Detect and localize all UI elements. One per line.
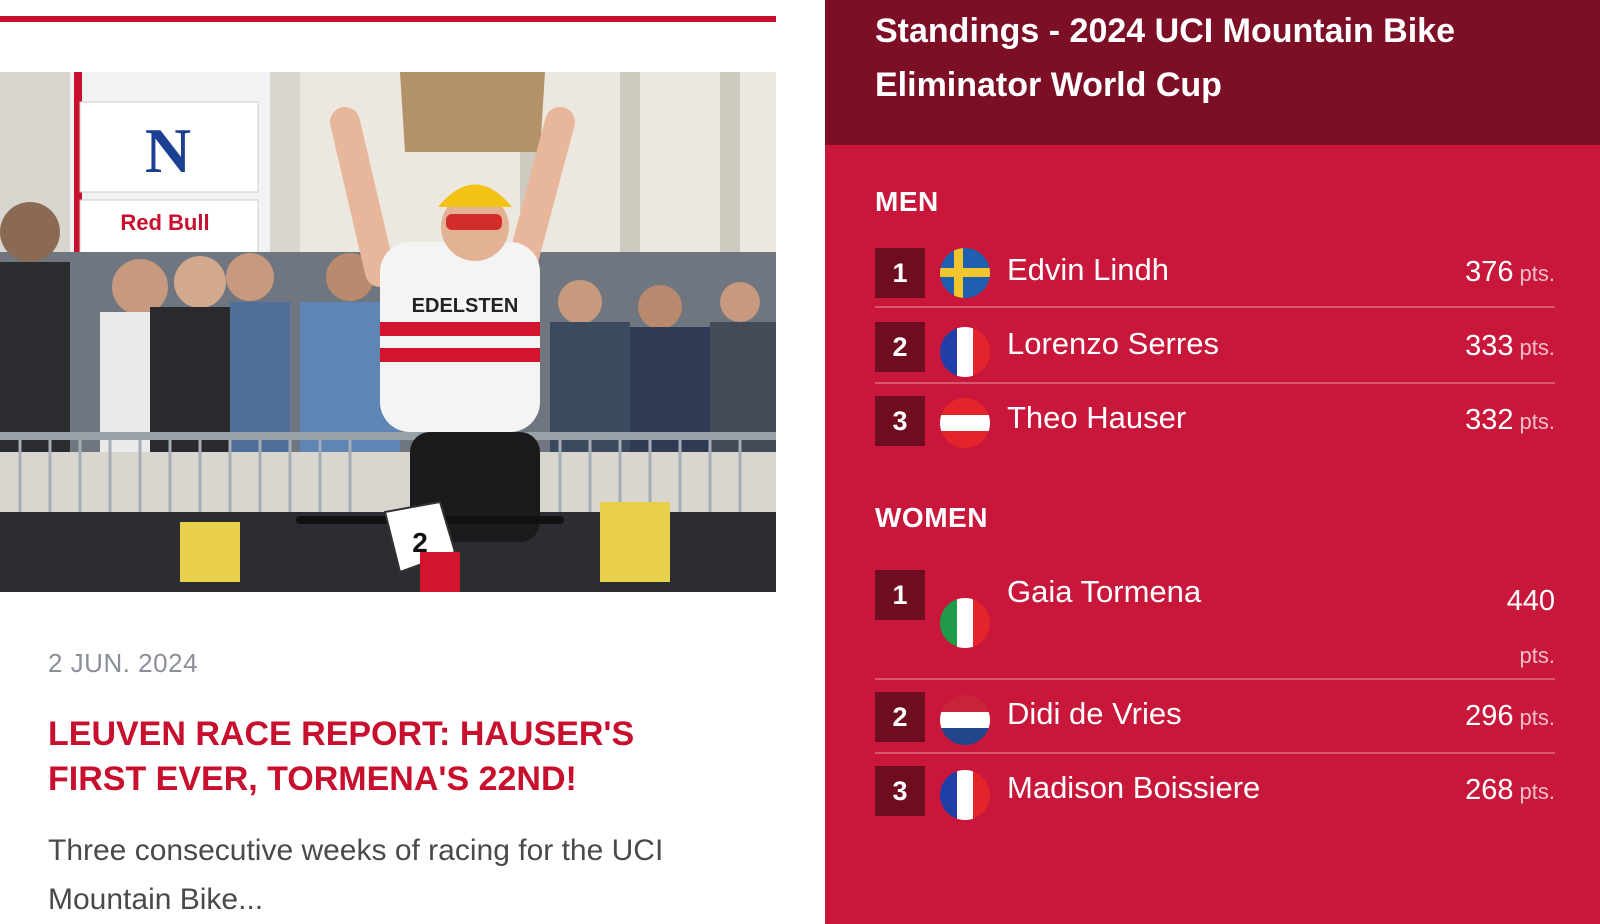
france-flag-icon — [940, 327, 990, 377]
row-divider — [875, 752, 1555, 754]
standings-header: Standings - 2024 UCI Mountain Bike Elimi… — [825, 0, 1600, 145]
austria-flag-icon — [940, 398, 990, 448]
rider-name[interactable]: Gaia Tormena — [1007, 574, 1201, 610]
france-flag-icon — [940, 770, 990, 820]
men-row-2[interactable]: 2 Lorenzo Serres 333 pts. — [875, 322, 1555, 384]
banner-sponsor-text: Red Bull — [120, 210, 209, 235]
rank-badge: 2 — [875, 692, 925, 742]
men-row-1[interactable]: 1 Edvin Lindh 376 pts. — [875, 248, 1555, 308]
points-value: 268 — [1465, 774, 1514, 806]
standings-title: Standings - 2024 UCI Mountain Bike Elimi… — [875, 12, 1455, 104]
column-gap — [776, 0, 825, 924]
women-row-3[interactable]: 3 Madison Boissiere 268 pts. — [875, 766, 1555, 826]
women-section-label: WOMEN — [875, 502, 988, 533]
men-section-label: MEN — [875, 186, 939, 217]
points-unit: pts. — [1519, 705, 1555, 730]
rank-badge: 1 — [875, 570, 925, 620]
top-divider — [0, 16, 776, 22]
standings-panel: Standings - 2024 UCI Mountain Bike Elimi… — [825, 0, 1600, 924]
points-value: 376 — [1465, 256, 1514, 288]
article-headline-link[interactable]: LEUVEN RACE REPORT: HAUSER'S FIRST EVER,… — [48, 712, 728, 802]
netherlands-flag-icon — [940, 695, 990, 745]
rider-name[interactable]: Theo Hauser — [1007, 400, 1186, 436]
rank-badge: 3 — [875, 396, 925, 446]
article-card[interactable]: N Red Bull EDELSTEN 2 2 JUN. 2024 LEUVEN… — [0, 0, 776, 924]
rider-points: 296 pts. — [1465, 700, 1555, 733]
points-value: 296 — [1465, 700, 1514, 732]
points-unit: pts. — [1519, 779, 1555, 804]
women-row-1[interactable]: 1 Gaia Tormena 440 pts. — [875, 570, 1555, 680]
women-row-2[interactable]: 2 Didi de Vries 296 pts. — [875, 692, 1555, 754]
rider-points: 332 pts. — [1465, 404, 1555, 437]
jersey-text: EDELSTEN — [412, 295, 519, 317]
points-unit: pts. — [1519, 261, 1555, 286]
points-value: 440 — [1506, 585, 1555, 617]
rank-badge: 2 — [875, 322, 925, 372]
rider-name[interactable]: Madison Boissiere — [1007, 770, 1260, 806]
rider-points: 333 pts. — [1465, 330, 1555, 363]
hero-photo[interactable]: N Red Bull EDELSTEN 2 — [0, 72, 776, 592]
row-divider — [875, 382, 1555, 384]
rider-name[interactable]: Didi de Vries — [1007, 696, 1182, 732]
rider-points: 376 pts. — [1465, 256, 1555, 289]
rider-points: 440 pts. — [1475, 576, 1555, 684]
rank-badge: 3 — [875, 766, 925, 816]
points-unit: pts. — [1519, 643, 1555, 668]
rider-name[interactable]: Edvin Lindh — [1007, 252, 1169, 288]
points-unit: pts. — [1519, 409, 1555, 434]
row-divider — [875, 306, 1555, 308]
article-date: 2 JUN. 2024 — [48, 648, 199, 678]
banner-logo-letter: N — [145, 115, 191, 186]
race-finish-image: N Red Bull EDELSTEN 2 — [0, 72, 776, 592]
row-divider — [875, 678, 1555, 680]
sweden-flag-icon — [940, 248, 990, 298]
italy-flag-icon — [940, 598, 990, 648]
points-value: 332 — [1465, 404, 1514, 436]
rider-name[interactable]: Lorenzo Serres — [1007, 326, 1219, 362]
rider-points: 268 pts. — [1465, 774, 1555, 807]
points-unit: pts. — [1519, 335, 1555, 360]
article-excerpt: Three consecutive weeks of racing for th… — [48, 834, 664, 916]
rank-badge: 1 — [875, 248, 925, 298]
men-row-3[interactable]: 3 Theo Hauser 332 pts. — [875, 396, 1555, 456]
points-value: 333 — [1465, 330, 1514, 362]
